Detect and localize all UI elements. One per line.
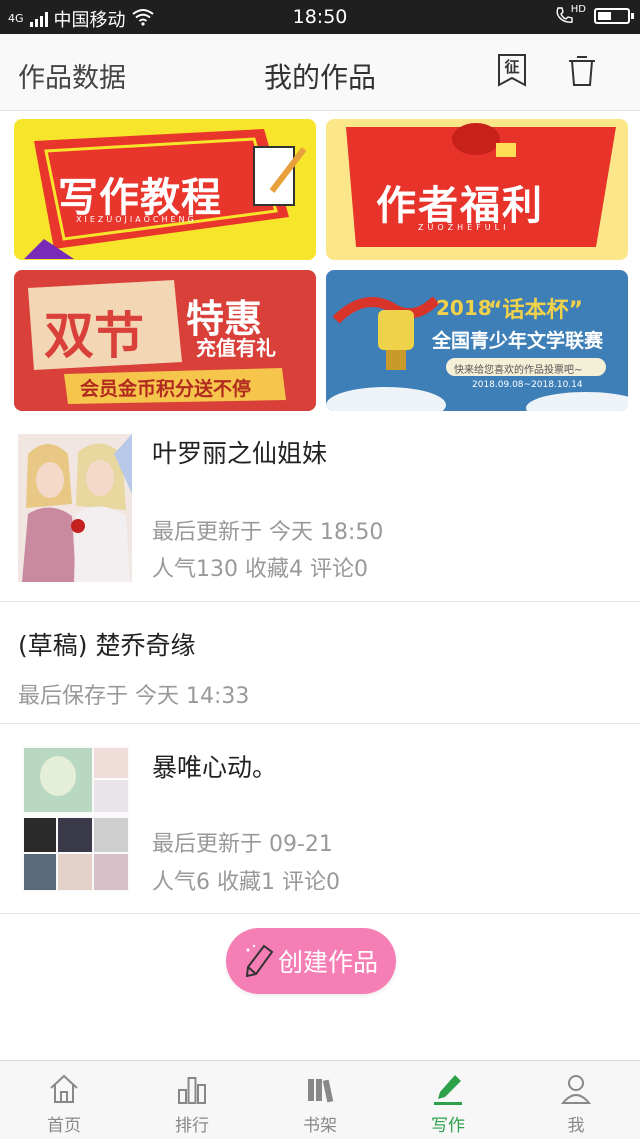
banner-ribbon: 会员金币积分送不停 — [80, 378, 252, 400]
status-bar: 4G 中国移动 18:50 HD — [0, 0, 640, 34]
tab-profile[interactable]: 我 — [512, 1061, 640, 1139]
tab-label: 我 — [567, 1116, 585, 1136]
contest-dates: 2018.09.08~2018.10.14 — [472, 380, 583, 390]
tab-label: 写作 — [431, 1116, 465, 1136]
tab-home[interactable]: 首页 — [0, 1061, 128, 1139]
work-title: (草稿) 楚乔奇缘 — [18, 631, 196, 660]
contest-stamp-button[interactable]: 征 — [492, 50, 532, 90]
banner-title: 双节 — [44, 307, 144, 365]
work-cover-image — [22, 746, 130, 892]
tab-label: 首页 — [47, 1116, 81, 1136]
work-last-updated: 最后更新于 09-21 — [152, 832, 333, 857]
work-cover-image — [18, 434, 132, 582]
tab-ranking[interactable]: 排行 — [128, 1061, 256, 1139]
contest-subtitle: 全国青少年文学联赛 — [432, 330, 604, 352]
banner-writing-tutorial[interactable]: 写作教程 XIEZUOJIAOCHENG — [14, 119, 316, 260]
home-icon — [46, 1071, 82, 1107]
banner-holiday-sale[interactable]: 双节 特惠 充值有礼 会员金币积分送不停 — [14, 270, 316, 411]
profile-icon — [558, 1071, 594, 1107]
work-stats: 人气6 收藏1 评论0 — [152, 870, 340, 895]
hd-label: HD — [570, 4, 586, 15]
work-title: 暴唯心动。 — [152, 753, 278, 782]
work-stats: 人气130 收藏4 评论0 — [152, 557, 368, 582]
stamp-icon-char: 征 — [504, 58, 520, 76]
battery-level — [598, 12, 611, 20]
work-item[interactable]: 叶罗丽之仙姐妹 最后更新于 今天 18:50 人气130 收藏4 评论0 — [0, 420, 640, 602]
ranking-icon — [174, 1071, 210, 1107]
bookshelf-icon — [302, 1071, 338, 1107]
draft-work-item[interactable]: (草稿) 楚乔奇缘 最后保存于 今天 14:33 — [0, 602, 640, 724]
hd-call-icon: HD — [554, 4, 586, 26]
create-work-label: 创建作品 — [277, 948, 378, 977]
trash-icon — [569, 56, 595, 86]
tab-label: 排行 — [175, 1116, 209, 1136]
banner-subtitle: ZUOZHEFULI — [418, 223, 510, 232]
bottom-tab-bar: 首页 排行 书架 写作 我 — [0, 1060, 640, 1139]
contest-ribbon: 快来给您喜欢的作品投票吧~ — [454, 365, 583, 376]
banner-contest[interactable]: 2018 “话本杯” 全国青少年文学联赛 快来给您喜欢的作品投票吧~ 2018.… — [326, 270, 628, 411]
write-icon — [430, 1071, 466, 1107]
tab-label: 书架 — [303, 1116, 337, 1136]
banner-subtitle: XIEZUOJIAOCHENG — [76, 215, 197, 224]
tab-writing[interactable]: 写作 — [384, 1061, 512, 1139]
contest-year: 2018 — [436, 296, 492, 320]
works-data-link[interactable]: 作品数据 — [18, 56, 126, 95]
work-last-updated: 最后更新于 今天 18:50 — [152, 520, 384, 545]
contest-name: “话本杯” — [488, 298, 583, 323]
work-title: 叶罗丽之仙姐妹 — [152, 439, 328, 468]
work-item[interactable]: 暴唯心动。 最后更新于 09-21 人气6 收藏1 评论0 — [0, 724, 640, 914]
clock: 18:50 — [292, 6, 348, 28]
banner-tagline: 充值有礼 — [196, 336, 276, 360]
pencil-icon — [245, 944, 274, 978]
delete-button[interactable] — [562, 50, 602, 90]
work-last-saved: 最后保存于 今天 14:33 — [18, 684, 250, 709]
top-nav-bar: 作品数据 我的作品 征 — [0, 34, 640, 111]
create-work-button[interactable]: 创建作品 — [226, 928, 396, 994]
banner-author-benefits[interactable]: 作者福利 ZUOZHEFULI — [326, 119, 628, 260]
banner-grid: 写作教程 XIEZUOJIAOCHENG 作者福利 ZUOZHEFULI 双节 … — [14, 119, 628, 411]
tab-bookshelf[interactable]: 书架 — [256, 1061, 384, 1139]
battery-icon — [594, 8, 634, 24]
